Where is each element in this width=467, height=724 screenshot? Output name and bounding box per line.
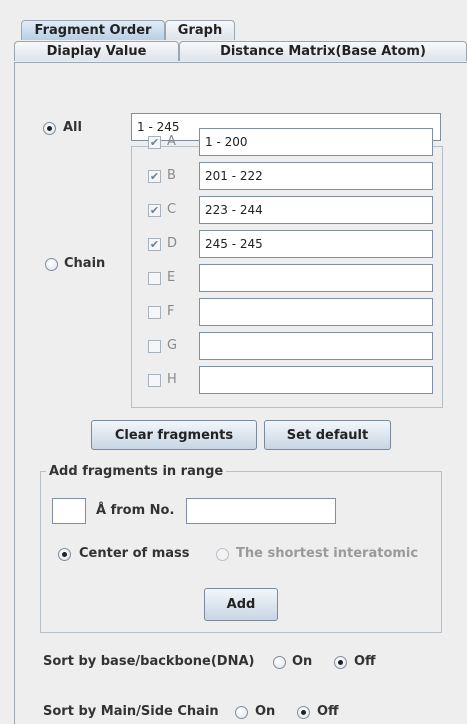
chain-e-field[interactable] bbox=[199, 264, 433, 292]
center-of-mass-radio[interactable] bbox=[58, 548, 71, 561]
sort-main-label: Sort by Main/Side Chain bbox=[43, 704, 219, 719]
chain-a-checkbox[interactable]: ✔ bbox=[148, 136, 161, 149]
chain-h-checkbox[interactable] bbox=[148, 374, 161, 387]
chain-f-letter: F bbox=[167, 304, 175, 319]
tab-display-value[interactable]: Diaplay Value bbox=[14, 41, 179, 61]
sort-base-on-label: On bbox=[292, 654, 313, 669]
chain-h-field[interactable] bbox=[199, 366, 433, 394]
shortest-interatomic-label: The shortest interatomic bbox=[236, 546, 419, 561]
tab-divider bbox=[14, 62, 467, 63]
add-button[interactable]: Add bbox=[204, 588, 278, 621]
all-label: All bbox=[63, 120, 82, 135]
sort-main-on-label: On bbox=[255, 704, 276, 719]
sort-main-on-radio[interactable] bbox=[235, 706, 248, 719]
angstrom-field[interactable] bbox=[52, 498, 86, 524]
from-no-label: Å from No. bbox=[96, 503, 175, 518]
chain-f-checkbox[interactable] bbox=[148, 306, 161, 319]
sort-base-label: Sort by base/backbone(DNA) bbox=[43, 654, 255, 669]
set-default-button[interactable]: Set default bbox=[264, 420, 391, 450]
tab-fragment-order[interactable]: Fragment Order bbox=[21, 20, 165, 40]
center-of-mass-label: Center of mass bbox=[79, 546, 190, 561]
chain-f-field[interactable] bbox=[199, 298, 433, 326]
chain-g-letter: G bbox=[167, 338, 178, 353]
chain-e-checkbox[interactable] bbox=[148, 272, 161, 285]
from-no-field[interactable] bbox=[186, 498, 336, 524]
chain-c-letter: C bbox=[167, 202, 177, 217]
clear-fragments-button[interactable]: Clear fragments bbox=[91, 420, 257, 450]
chain-g-field[interactable] bbox=[199, 332, 433, 360]
chain-a-letter: A bbox=[167, 134, 176, 149]
all-radio[interactable] bbox=[43, 122, 56, 135]
chain-h-letter: H bbox=[167, 372, 177, 387]
sort-base-off-label: Off bbox=[354, 654, 376, 669]
chain-d-checkbox[interactable]: ✔ bbox=[148, 238, 161, 251]
chain-d-letter: D bbox=[167, 236, 178, 251]
sort-main-off-radio[interactable] bbox=[297, 706, 310, 719]
add-range-title: Add fragments in range bbox=[46, 464, 227, 479]
chain-radio[interactable] bbox=[45, 258, 58, 271]
chain-g-checkbox[interactable] bbox=[148, 340, 161, 353]
chain-a-field[interactable] bbox=[199, 128, 433, 156]
chain-d-field[interactable] bbox=[199, 230, 433, 258]
sort-main-off-label: Off bbox=[317, 704, 339, 719]
chain-c-checkbox[interactable]: ✔ bbox=[148, 204, 161, 217]
chain-label: Chain bbox=[64, 256, 106, 271]
tab-distance-matrix[interactable]: Distance Matrix(Base Atom) bbox=[179, 41, 467, 61]
chain-e-letter: E bbox=[167, 270, 176, 285]
tab-graph[interactable]: Graph bbox=[165, 20, 235, 40]
chain-b-field[interactable] bbox=[199, 162, 433, 190]
shortest-interatomic-radio[interactable] bbox=[216, 548, 229, 561]
panel-border bbox=[14, 62, 15, 724]
chain-b-checkbox[interactable]: ✔ bbox=[148, 170, 161, 183]
sort-base-on-radio[interactable] bbox=[273, 656, 286, 669]
chain-c-field[interactable] bbox=[199, 196, 433, 224]
sort-base-off-radio[interactable] bbox=[334, 656, 347, 669]
chain-b-letter: B bbox=[167, 168, 176, 183]
